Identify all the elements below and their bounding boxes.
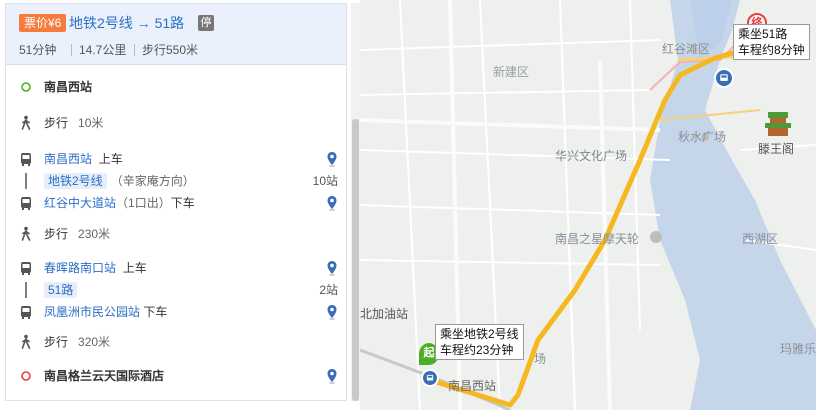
station-name[interactable]: 凤凰洲市民公园站 <box>44 305 140 319</box>
location-pin-icon[interactable] <box>326 260 338 276</box>
origin-station: 南昌西站 <box>44 80 93 94</box>
segment-bubble-51[interactable]: 乘坐51路 车程约8分钟 <box>733 24 810 60</box>
destination-row[interactable]: 南昌格兰云天国际酒店 <box>6 363 346 389</box>
map-label[interactable]: 华兴文化广场 <box>555 147 627 164</box>
scrollbar-thumb[interactable] <box>352 119 359 401</box>
bubble-line: 乘坐51路 <box>738 27 788 41</box>
walk-distance: 10米 <box>78 116 104 130</box>
bus-icon <box>21 153 31 166</box>
alight-action: 下车 <box>170 196 195 210</box>
divider <box>134 44 135 56</box>
pavilion-icon <box>765 112 791 136</box>
map-label[interactable]: 滕王阁 <box>758 140 794 157</box>
line-connector <box>25 282 27 298</box>
bubble-line: 车程约23分钟 <box>440 343 514 357</box>
map-label[interactable]: 北加油站 <box>360 305 408 322</box>
location-pin-icon[interactable] <box>326 304 338 320</box>
route-title[interactable]: 地铁2号线 → 51路 <box>69 14 184 32</box>
origin-row: 南昌西站 <box>6 74 346 100</box>
walk-icon <box>21 334 31 349</box>
walk-label: 步行 <box>44 116 69 130</box>
alight-step-1[interactable]: 红谷中大道站（1口出）下车 <box>6 190 346 216</box>
map-view[interactable]: 红谷滩区 新建区 秋水广场 华兴文化广场 滕王阁 南昌之星摩天轮 西湖区 北加油… <box>360 0 816 410</box>
map-label[interactable]: 玛雅乐 <box>780 340 816 357</box>
map-label[interactable]: 南昌西站 <box>448 377 496 394</box>
route-panel: 票价¥6 地铁2号线 → 51路 停 51分钟 14.7公里 步行550米 南昌… <box>0 0 360 410</box>
distance-text: 14.7公里 <box>79 43 127 57</box>
station-name[interactable]: 南昌西站 <box>44 152 92 166</box>
location-pin-icon[interactable] <box>326 151 338 167</box>
walk-label: 步行 <box>44 227 69 241</box>
map-label[interactable]: 南昌之星摩天轮 <box>555 230 639 247</box>
line-connector <box>25 173 27 189</box>
line-badge[interactable]: 地铁2号线 <box>44 173 107 189</box>
location-pin-icon[interactable] <box>326 368 338 384</box>
board-action: 上车 <box>98 152 123 166</box>
walk-step-3: 步行 320米 <box>6 329 346 355</box>
destination-name[interactable]: 南昌格兰云天国际酒店 <box>44 363 164 389</box>
map-label[interactable]: 新建区 <box>493 63 529 80</box>
walk-label: 步行 <box>44 335 69 349</box>
station-name[interactable]: 红谷中大道站 <box>44 196 116 210</box>
line-badge[interactable]: 51路 <box>44 282 78 298</box>
route-card: 票价¥6 地铁2号线 → 51路 停 51分钟 14.7公里 步行550米 南昌… <box>5 3 347 401</box>
segment-bubble-metro[interactable]: 乘坐地铁2号线 车程约23分钟 <box>435 324 524 360</box>
walk-icon <box>21 226 31 241</box>
alight-step-2[interactable]: 凤凰洲市民公园站 下车 <box>6 299 346 325</box>
origin-dot-icon <box>21 82 31 92</box>
map-label[interactable]: 场 <box>534 350 546 367</box>
walk-icon <box>21 115 31 130</box>
divider <box>71 44 72 56</box>
bus-icon <box>21 197 31 210</box>
bus-icon <box>21 262 31 275</box>
destination-dot-icon <box>21 371 31 381</box>
board-action: 上车 <box>122 261 147 275</box>
fare-badge: 票价¥6 <box>19 14 67 32</box>
walk-distance: 320米 <box>78 335 111 349</box>
bus-icon <box>21 306 31 319</box>
alight-action: 下车 <box>143 305 168 319</box>
walk-step-2: 步行 230米 <box>6 221 346 247</box>
station-name[interactable]: 春晖路南口站 <box>44 261 116 275</box>
bubble-line: 车程约8分钟 <box>738 43 805 57</box>
bus-station-icon[interactable] <box>714 68 734 88</box>
route-summary[interactable]: 票价¥6 地铁2号线 → 51路 停 51分钟 14.7公里 步行550米 <box>6 4 346 65</box>
map-label[interactable]: 红谷滩区 <box>662 40 710 57</box>
map-label[interactable]: 西湖区 <box>742 230 778 247</box>
walk-step-1: 步行 10米 <box>6 110 346 136</box>
metro-station-icon[interactable] <box>421 369 439 387</box>
exit-info: （1口出） <box>116 196 171 210</box>
walk-total-text: 步行550米 <box>142 43 199 57</box>
duration-text: 51分钟 <box>19 43 57 57</box>
stop-badge: 停 <box>198 15 214 31</box>
location-pin-icon[interactable] <box>326 195 338 211</box>
bubble-line: 乘坐地铁2号线 <box>440 327 519 341</box>
line-direction: （辛家庵方向） <box>110 174 195 188</box>
walk-distance: 230米 <box>78 227 111 241</box>
scrollbar[interactable] <box>351 3 360 401</box>
map-label[interactable]: 秋水广场 <box>678 128 726 145</box>
